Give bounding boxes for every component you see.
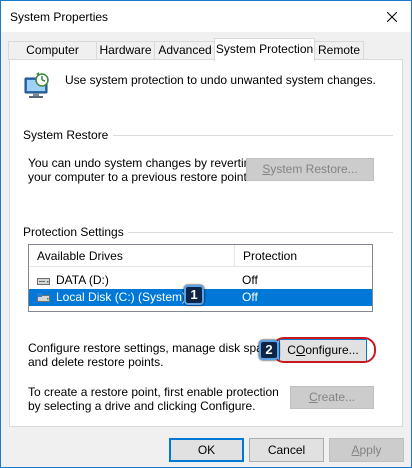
tab-hardware[interactable]: Hardware	[96, 41, 155, 60]
configure-description-line2: and delete restore points.	[28, 355, 164, 369]
column-header-protection[interactable]: Protection	[235, 245, 297, 267]
drive-icon	[37, 278, 50, 285]
system-drive-icon	[37, 293, 50, 302]
protection-settings-divider	[128, 232, 393, 233]
tab-computer-name[interactable]: Computer Name	[8, 41, 97, 74]
apply-button[interactable]: Apply	[329, 438, 404, 462]
create-button[interactable]: Create...	[290, 386, 374, 409]
drive-protection: Off	[242, 273, 258, 287]
system-properties-window: System Properties Computer Name Hardware…	[0, 0, 412, 468]
drive-name: DATA (D:)	[56, 273, 109, 287]
create-description-line2: by selecting a drive and clicking Config…	[28, 399, 256, 413]
tab-advanced[interactable]: Advanced	[154, 41, 216, 60]
tab-remote[interactable]: Remote	[314, 41, 364, 60]
intro-text: Use system protection to undo unwanted s…	[65, 73, 376, 87]
step-marker-2: 2	[259, 340, 279, 360]
system-restore-description-line2: your computer to a previous restore poin…	[28, 170, 251, 184]
close-icon	[387, 12, 397, 22]
ok-button[interactable]: OK	[169, 438, 244, 462]
configure-highlight-ring	[272, 337, 376, 363]
title-bar[interactable]: System Properties	[1, 1, 411, 32]
system-restore-button-label: ystem Restore...	[270, 162, 358, 176]
drive-protection: Off	[242, 290, 258, 304]
create-button-mnemonic: C	[308, 390, 318, 404]
drives-list-header: Available Drives Protection	[29, 245, 372, 267]
create-button-label: reate...	[317, 390, 356, 404]
system-restore-description-line1: You can undo system changes by reverting	[28, 156, 258, 170]
tab-system-protection[interactable]: System Protection	[214, 38, 315, 61]
system-restore-heading: System Restore	[23, 128, 109, 142]
protection-settings-heading: Protection Settings	[23, 225, 124, 239]
system-restore-description: You can undo system changes by reverting…	[28, 156, 257, 184]
step-marker-1: 1	[184, 285, 204, 305]
configure-description: Configure restore settings, manage disk …	[28, 341, 279, 369]
drive-name: Local Disk (C:) (System)	[56, 290, 187, 304]
system-restore-divider	[113, 135, 393, 136]
column-header-available-drives[interactable]: Available Drives	[29, 245, 123, 267]
cancel-button[interactable]: Cancel	[249, 438, 324, 462]
system-restore-button[interactable]: System Restore...	[246, 158, 374, 181]
apply-button-mnemonic: A	[351, 443, 360, 457]
configure-description-line1: Configure restore settings, manage disk …	[28, 341, 279, 355]
create-description-line1: To create a restore point, first enable …	[28, 385, 279, 399]
tab-bar: Computer Name Hardware Advanced System P…	[1, 32, 411, 74]
apply-button-label: pply	[359, 443, 382, 457]
system-protection-panel: Use system protection to undo unwanted s…	[9, 59, 403, 427]
computer-shield-icon	[24, 72, 49, 98]
create-description: To create a restore point, first enable …	[28, 385, 279, 413]
close-button[interactable]	[377, 5, 407, 29]
window-title: System Properties	[10, 10, 109, 24]
